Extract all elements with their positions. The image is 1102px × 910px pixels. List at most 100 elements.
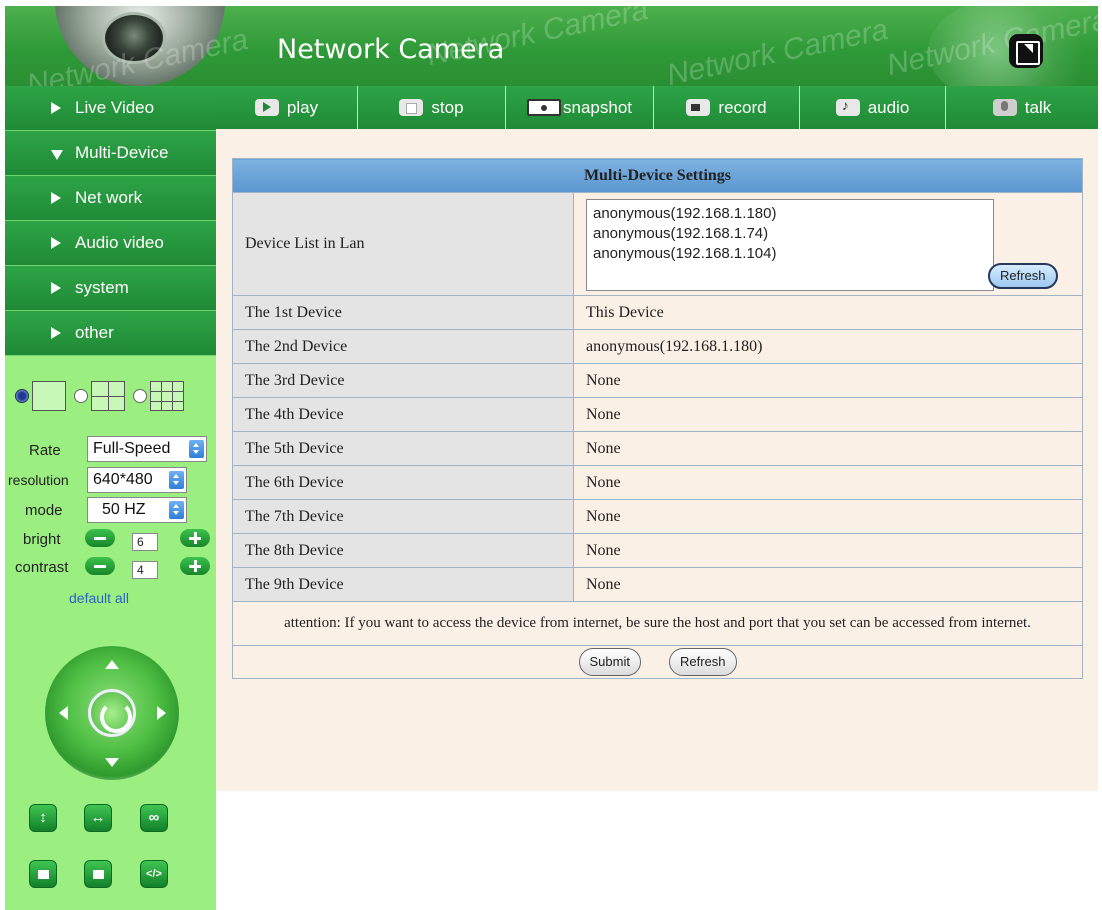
settings-title: Multi-Device Settings	[232, 158, 1083, 193]
infinite-icon[interactable]: ∞	[140, 804, 168, 832]
table-row: The 5th Device None	[232, 431, 1083, 466]
sidebar-item-other[interactable]: other	[5, 311, 216, 356]
audio-button[interactable]: audio	[800, 86, 946, 129]
submit-button[interactable]: Submit	[578, 648, 641, 676]
play-label: play	[286, 97, 319, 117]
mode-label: mode	[25, 502, 63, 519]
sidebar-item-live-video[interactable]: Live Video	[5, 86, 216, 131]
device-4-link[interactable]: The 4th Device	[232, 397, 574, 432]
sidebar-item-label: Net work	[75, 188, 143, 207]
resolution-label: resolution	[8, 472, 69, 488]
expand-arrow-icon	[51, 237, 61, 249]
list-refresh-button[interactable]: Refresh	[988, 263, 1058, 289]
snapshot-icon	[527, 99, 561, 116]
table-row: The 3rd Device None	[232, 363, 1083, 398]
device-8-link[interactable]: The 8th Device	[232, 533, 574, 568]
talk-label: talk	[1024, 97, 1052, 117]
device-list-cell: anonymous(192.168.1.180) anonymous(192.1…	[573, 192, 1083, 296]
contrast-plus-button[interactable]	[180, 557, 210, 575]
table-row: The 7th Device None	[232, 499, 1083, 534]
device-5-link[interactable]: The 5th Device	[232, 431, 574, 466]
refresh-button[interactable]: Refresh	[668, 648, 737, 676]
device-list-item[interactable]: anonymous(192.168.1.180)	[593, 204, 987, 224]
bright-minus-button[interactable]	[85, 529, 115, 547]
sidebar: Live Video Multi-Device Net work Audio v…	[5, 86, 216, 910]
sidebar-item-network[interactable]: Net work	[5, 176, 216, 221]
quad-view-icon	[91, 381, 125, 411]
attention-note: attention: If you want to access the dev…	[232, 601, 1083, 646]
resolution-value: 640*480	[93, 471, 153, 488]
device-list-item[interactable]: anonymous(192.168.1.104)	[593, 244, 987, 264]
device-list-box[interactable]: anonymous(192.168.1.180) anonymous(192.1…	[586, 199, 994, 291]
sidebar-item-multi-device[interactable]: Multi-Device	[5, 131, 216, 176]
layout-1-radio[interactable]	[15, 389, 29, 403]
sidebar-item-system[interactable]: system	[5, 266, 216, 311]
bright-value-field[interactable]: 6	[132, 533, 158, 551]
resolution-select[interactable]: 640*480	[87, 467, 187, 493]
audio-icon	[835, 97, 860, 116]
play-button[interactable]: play	[216, 86, 358, 129]
contrast-value-field[interactable]: 4	[132, 561, 158, 579]
sidebar-item-label: system	[75, 278, 129, 297]
nine-view-icon	[150, 381, 184, 411]
table-row: The 1st Device This Device	[232, 295, 1083, 330]
sidebar-item-audio-video[interactable]: Audio video	[5, 221, 216, 266]
right-arrow-icon[interactable]	[157, 706, 166, 720]
toolbar: play stop snapshot record audio talk	[216, 86, 1098, 129]
table-row: The 8th Device None	[232, 533, 1083, 568]
select-arrows-icon	[169, 501, 184, 519]
expand-arrow-icon	[51, 102, 61, 114]
stop-icon	[399, 99, 424, 116]
stop-label: stop	[431, 97, 464, 117]
device-3-link[interactable]: The 3rd Device	[232, 363, 574, 398]
expand-arrow-icon	[51, 192, 61, 204]
stop-button[interactable]: stop	[358, 86, 506, 129]
page-title: Network Camera	[277, 34, 505, 65]
record-icon	[686, 99, 711, 116]
talk-button[interactable]: talk	[946, 86, 1098, 129]
fullscreen-icon[interactable]	[1009, 34, 1043, 68]
bright-plus-button[interactable]	[180, 529, 210, 547]
center-icon[interactable]	[88, 689, 136, 737]
table-row: The 2nd Device anonymous(192.168.1.180)	[232, 329, 1083, 364]
view-layout-selector	[15, 381, 192, 411]
contrast-minus-button[interactable]	[85, 557, 115, 575]
mode-value: 50 HZ	[102, 501, 146, 518]
vertical-flip-icon[interactable]: ↕	[29, 804, 57, 832]
record-button[interactable]: record	[654, 86, 800, 129]
device-9-link[interactable]: The 9th Device	[232, 567, 574, 602]
header-banner: Network Camera Network Camera Network Ca…	[5, 6, 1098, 86]
device-2-link[interactable]: The 2nd Device	[232, 329, 574, 364]
code-icon[interactable]: </>	[140, 860, 168, 888]
square-icon[interactable]	[29, 860, 57, 888]
device-list-item[interactable]: anonymous(192.168.1.74)	[593, 224, 987, 244]
talk-icon	[992, 99, 1017, 116]
device-6-link[interactable]: The 6th Device	[232, 465, 574, 500]
default-all-link[interactable]: default all	[69, 590, 129, 606]
snapshot-button[interactable]: snapshot	[506, 86, 654, 129]
device-6-value: None	[573, 465, 1083, 500]
device-1-value: This Device	[573, 295, 1083, 330]
record-label: record	[718, 97, 767, 117]
mode-select[interactable]: 50 HZ	[87, 497, 187, 523]
left-arrow-icon[interactable]	[59, 706, 68, 720]
device-list-label: Device List in Lan	[232, 192, 574, 296]
contrast-label: contrast	[15, 559, 69, 576]
rate-select[interactable]: Full-Speed	[87, 436, 207, 462]
snapshot-label: snapshot	[563, 97, 632, 117]
up-arrow-icon[interactable]	[105, 660, 119, 669]
device-7-link[interactable]: The 7th Device	[232, 499, 574, 534]
device-8-value: None	[573, 533, 1083, 568]
sidebar-item-label: Live Video	[75, 98, 155, 117]
layout-4-radio[interactable]	[74, 389, 88, 403]
horizontal-flip-icon[interactable]: ↔	[84, 804, 112, 832]
action-row: Submit Refresh	[232, 645, 1083, 679]
sidebar-item-label: Audio video	[75, 233, 164, 252]
content-area: Multi-Device Settings Device List in Lan…	[216, 129, 1098, 791]
square-icon[interactable]	[84, 860, 112, 888]
play-icon	[254, 99, 279, 116]
expand-arrow-icon	[51, 327, 61, 339]
layout-9-radio[interactable]	[133, 389, 147, 403]
down-arrow-icon[interactable]	[105, 758, 119, 767]
watermark-text: Network Camera	[663, 12, 891, 86]
